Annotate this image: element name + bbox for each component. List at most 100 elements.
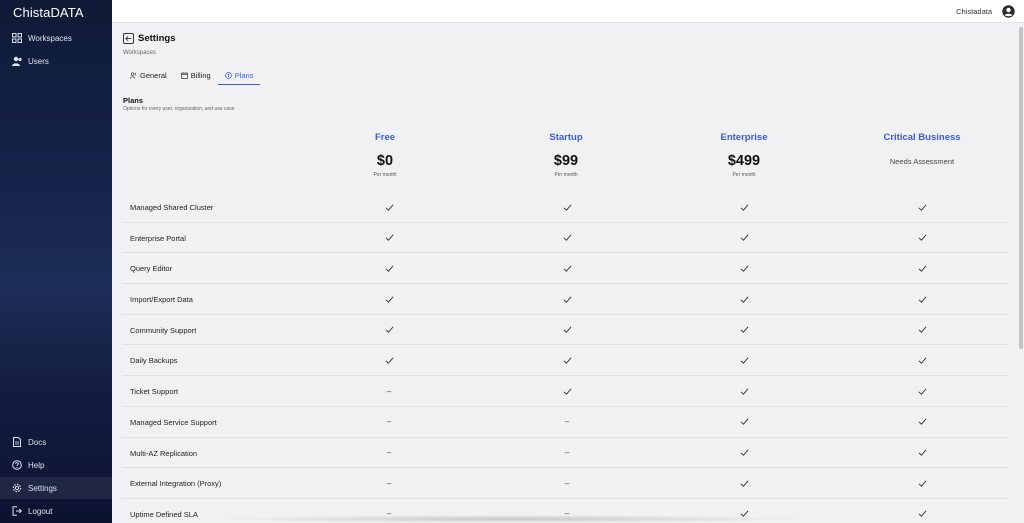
scrollbar-thumb[interactable]	[1019, 27, 1023, 349]
included-cell	[734, 315, 754, 345]
tab-label: Plans	[234, 70, 254, 80]
sidebar-item-label: Settings	[28, 483, 57, 493]
feature-label: Managed Shared Cluster	[130, 203, 214, 212]
check-icon	[918, 265, 926, 272]
check-icon	[740, 388, 748, 395]
settings-tabs: General Billing Plans	[123, 66, 261, 86]
check-icon	[740, 296, 748, 303]
excluded-cell: –	[379, 407, 399, 437]
included-cell	[912, 499, 932, 523]
back-button[interactable]	[123, 33, 134, 44]
section-subtitle: Options for every user, organization, an…	[123, 106, 235, 112]
plan-period: Per month	[554, 172, 578, 178]
sidebar-item-logout[interactable]: Logout	[0, 500, 112, 522]
help-icon	[0, 460, 28, 470]
check-icon	[740, 204, 748, 211]
sidebar-item-label: Help	[28, 460, 45, 470]
check-icon	[563, 265, 571, 272]
check-icon	[385, 357, 393, 364]
sidebar: ChistaDATA Workspaces Users Docs Help Se…	[0, 0, 112, 523]
plan-header-startup: Startup $99 Per month	[481, 132, 651, 178]
section-title: Plans	[123, 96, 144, 105]
feature-row: Managed Shared Cluster	[122, 192, 1008, 223]
check-icon	[385, 296, 393, 303]
document-icon	[0, 437, 28, 447]
check-icon	[918, 204, 926, 211]
check-icon	[563, 388, 571, 395]
check-icon	[385, 234, 393, 242]
dash-icon: –	[386, 417, 392, 427]
account-circle-icon[interactable]	[1002, 5, 1015, 18]
feature-row: Community Support	[122, 315, 1008, 346]
sidebar-item-label: Docs	[28, 437, 47, 447]
check-icon	[918, 510, 926, 518]
breadcrumb[interactable]: Workspaces	[123, 50, 156, 56]
included-cell	[912, 345, 932, 375]
included-cell	[379, 253, 399, 283]
included-cell	[379, 192, 399, 222]
tab-general[interactable]: General	[123, 66, 174, 85]
feature-label: Query Editor	[130, 264, 173, 274]
plan-note: Needs Assessment	[889, 157, 955, 166]
calendar-icon	[180, 72, 188, 79]
included-cell	[557, 192, 577, 222]
included-cell	[734, 376, 754, 406]
gear-icon	[0, 483, 28, 493]
check-icon	[740, 357, 748, 364]
sidebar-item-docs[interactable]: Docs	[0, 431, 112, 453]
plan-header-critical-business: Critical Business Needs Assessment	[837, 132, 1007, 166]
included-cell	[734, 468, 754, 498]
included-cell	[912, 223, 932, 253]
scrollbar[interactable]	[1018, 23, 1024, 523]
plan-price: $499	[727, 153, 761, 169]
feature-label: Multi-AZ Replication	[130, 448, 198, 458]
feature-label: External Integration (Proxy)	[130, 479, 222, 489]
plan-price: $0	[376, 153, 394, 169]
dash-icon: –	[386, 448, 392, 457]
page-title: Settings	[138, 33, 176, 44]
excluded-cell: –	[557, 468, 577, 498]
sidebar-item-help[interactable]: Help	[0, 454, 112, 476]
plan-header-enterprise: Enterprise $499 Per month	[659, 132, 829, 178]
check-icon	[563, 357, 571, 364]
sidebar-item-settings[interactable]: Settings	[0, 477, 112, 499]
feature-label: Import/Export Data	[130, 295, 193, 305]
feature-row: Managed Service Support – –	[122, 407, 1008, 438]
dash-icon: –	[386, 478, 392, 488]
feature-label: Managed Service Support	[130, 417, 217, 427]
feature-row: External Integration (Proxy) – –	[122, 468, 1008, 499]
brand-logo: ChistaDATA	[13, 5, 84, 20]
sidebar-item-label: Workspaces	[28, 33, 72, 43]
check-icon	[918, 357, 926, 364]
check-icon	[385, 326, 393, 334]
feature-row: Import/Export Data	[122, 284, 1008, 315]
tab-plans[interactable]: Plans	[217, 66, 261, 85]
tab-label: Billing	[190, 71, 211, 80]
tab-billing[interactable]: Billing	[174, 66, 218, 85]
included-cell	[557, 284, 577, 314]
logout-icon	[0, 506, 28, 516]
included-cell	[379, 223, 399, 253]
included-cell	[734, 223, 754, 253]
check-icon	[563, 296, 571, 303]
sidebar-item-workspaces[interactable]: Workspaces	[0, 27, 112, 49]
check-icon	[918, 326, 926, 334]
feature-row: Query Editor	[122, 253, 1008, 285]
check-icon	[918, 480, 926, 487]
check-icon	[740, 265, 748, 272]
check-icon	[563, 234, 571, 242]
check-icon	[918, 388, 926, 395]
top-bar: Chistadata	[112, 0, 1024, 23]
check-icon	[740, 480, 748, 487]
tab-label: General	[140, 71, 167, 80]
sidebar-item-users[interactable]: Users	[0, 50, 112, 72]
plan-price: $99	[553, 153, 579, 169]
check-icon	[918, 234, 926, 242]
plan-name: Startup	[549, 132, 583, 143]
check-icon	[918, 418, 926, 426]
included-cell	[734, 438, 754, 468]
included-cell	[912, 407, 932, 437]
included-cell	[557, 376, 577, 406]
check-icon	[740, 449, 748, 456]
people-icon	[130, 72, 137, 79]
